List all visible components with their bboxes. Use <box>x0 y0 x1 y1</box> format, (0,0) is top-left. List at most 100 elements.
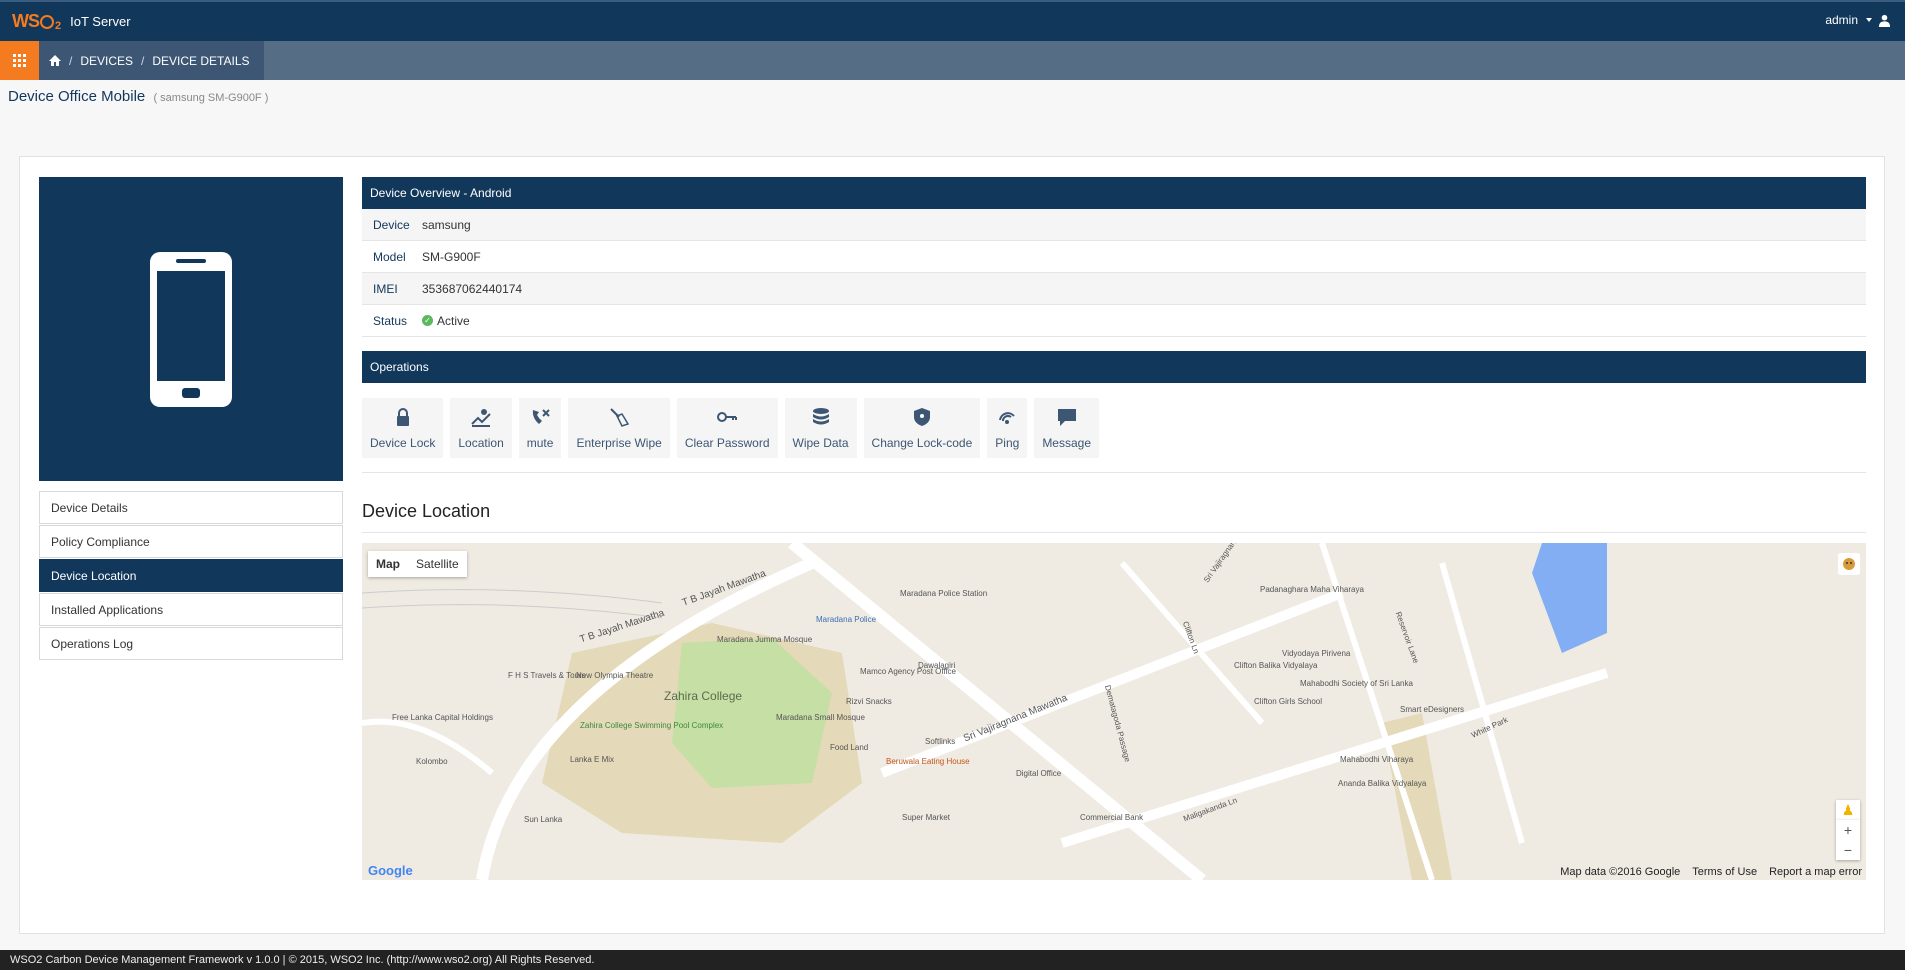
location-map[interactable]: Map Satellite Zahira College T B Jayah M… <box>362 543 1866 880</box>
ping-button[interactable]: Ping <box>987 398 1028 458</box>
map-label-mahabodhi-society: Mahabodhi Society of Sri Lanka <box>1300 679 1413 688</box>
pegman-icon: ♟ <box>1841 802 1855 818</box>
map-label-supermarket: Super Market <box>902 813 951 822</box>
map-label-beruwala: Beruwala Eating House <box>886 757 970 766</box>
page-footer: WSO2 Carbon Device Management Framework … <box>0 950 1905 970</box>
app-title: IoT Server <box>70 14 131 29</box>
op-label: Device Lock <box>370 436 436 450</box>
google-logo: Google <box>368 863 413 878</box>
wso2-logo[interactable]: WS 2 <box>12 11 61 32</box>
map-label-padanaghara: Padanaghara Maha Viharaya <box>1260 585 1364 594</box>
location-button[interactable]: Location <box>450 398 512 458</box>
map-tab-satellite[interactable]: Satellite <box>408 551 467 577</box>
shield-icon <box>913 408 930 426</box>
map-label-mahabodhi-viharaya: Mahabodhi Viharaya <box>1340 755 1414 764</box>
map-label-smart-edesigners: Smart eDesigners <box>1400 705 1465 714</box>
map-label-police-station: Maradana Police Station <box>900 589 988 598</box>
device-location-heading: Device Location <box>362 501 1866 533</box>
map-label-sun-lanka: Sun Lanka <box>524 815 563 824</box>
zoom-in-button[interactable]: + <box>1836 820 1860 840</box>
map-label-vidyodaya: Vidyodaya Pirivena <box>1282 649 1351 658</box>
sidebar-item-device-location[interactable]: Device Location <box>39 559 343 592</box>
ping-icon <box>999 412 1016 424</box>
enterprise-wipe-button[interactable]: Enterprise Wipe <box>568 398 670 458</box>
map-label-lanka-e-mix: Lanka E Mix <box>570 755 615 764</box>
zoom-control: + − <box>1836 820 1860 860</box>
map-attribution: Map data ©2016 Google Terms of Use Repor… <box>1560 866 1862 878</box>
map-label-rizvi: Rizvi Snacks <box>846 697 892 706</box>
map-label-commercial-bank: Commercial Bank <box>1080 813 1144 822</box>
op-label: Ping <box>995 436 1020 450</box>
device-main: Device Overview - Android Device samsung… <box>362 177 1866 533</box>
mobile-phone-icon <box>150 251 232 407</box>
change-lock-code-button[interactable]: Change Lock-code <box>863 398 981 458</box>
operations-heading: Operations <box>362 351 1866 383</box>
check-circle-icon: ✓ <box>422 315 433 326</box>
app-grid-button[interactable] <box>0 41 39 80</box>
chevron-down-icon <box>1866 18 1872 22</box>
map-label-olympia: New Olympia Theatre <box>576 671 654 680</box>
location-icon <box>471 409 491 427</box>
sidebar-item-installed-applications[interactable]: Installed Applications <box>39 593 343 626</box>
overview-value: SM-G900F <box>422 249 481 264</box>
overview-key: Model <box>373 249 406 264</box>
report-map-error-link[interactable]: Report a map error <box>1769 866 1862 878</box>
device-lock-button[interactable]: Device Lock <box>362 398 444 458</box>
street-view-icon[interactable] <box>1838 553 1860 575</box>
zoom-out-button[interactable]: − <box>1836 840 1860 860</box>
op-label: Clear Password <box>684 436 770 450</box>
database-icon <box>812 408 829 425</box>
grid-icon <box>12 53 26 67</box>
map-label-foodland: Food Land <box>830 743 869 752</box>
device-sidebar: Device Details Policy Compliance Device … <box>39 491 343 661</box>
device-name: Device Office Mobile <box>8 88 146 105</box>
key-icon <box>717 412 738 422</box>
user-menu[interactable]: admin <box>1825 13 1891 27</box>
terms-of-use-link[interactable]: Terms of Use <box>1692 866 1757 878</box>
sidebar-item-device-details[interactable]: Device Details <box>39 491 343 524</box>
home-icon[interactable] <box>49 55 61 66</box>
status-text: Active <box>437 313 470 328</box>
overview-row: Status ✓ Active <box>362 305 1866 337</box>
breadcrumb-bar: / DEVICES / DEVICE DETAILS <box>0 41 1905 80</box>
op-label: mute <box>526 436 554 450</box>
page-title: Device Office Mobile ( samsung SM-G900F … <box>8 88 268 105</box>
overview-value: samsung <box>422 217 471 232</box>
map-label-zahira: Zahira College <box>664 689 743 703</box>
overview-key: Device <box>373 217 410 232</box>
op-label: Enterprise Wipe <box>576 436 662 450</box>
map-label-softlinks: Softlinks <box>925 737 956 746</box>
sidebar-item-policy-compliance[interactable]: Policy Compliance <box>39 525 343 558</box>
breadcrumb: / DEVICES / DEVICE DETAILS <box>39 41 264 80</box>
device-image <box>39 177 343 481</box>
overview-table: Device samsung Model SM-G900F IMEI 35368… <box>362 209 1866 337</box>
overview-key: IMEI <box>373 281 398 296</box>
map-label-kolombo: Kolombo <box>416 757 448 766</box>
map-label-fhs: F H S Travels & Tours <box>508 671 586 680</box>
message-button[interactable]: Message <box>1034 398 1100 458</box>
wipe-data-button[interactable]: Wipe Data <box>784 398 857 458</box>
map-label-ananda: Ananda Balika Vidyalaya <box>1338 779 1427 788</box>
op-label: Message <box>1042 436 1092 450</box>
map-label-freelanka: Free Lanka Capital Holdings <box>392 713 493 722</box>
map-label-pool: Zahira College Swimming Pool Complex <box>580 721 724 730</box>
clear-password-button[interactable]: Clear Password <box>676 398 778 458</box>
sidebar-item-operations-log[interactable]: Operations Log <box>39 627 343 660</box>
op-label: Change Lock-code <box>871 436 973 450</box>
mute-button[interactable]: mute <box>518 398 562 458</box>
top-header: WS 2 IoT Server admin <box>0 0 1905 41</box>
mute-icon <box>532 409 550 424</box>
user-icon <box>1878 14 1891 27</box>
map-tab-map[interactable]: Map <box>368 551 408 577</box>
lock-icon <box>396 408 409 426</box>
breadcrumb-device-details[interactable]: DEVICE DETAILS <box>152 54 249 68</box>
map-label-police: Maradana Police <box>816 615 877 624</box>
breadcrumb-devices[interactable]: DEVICES <box>80 54 133 68</box>
map-label-small-mosque: Maradana Small Mosque <box>776 713 865 722</box>
op-label: Location <box>458 436 504 450</box>
pegman-control[interactable]: ♟ <box>1836 800 1860 820</box>
overview-row: Model SM-G900F <box>362 241 1866 273</box>
overview-key: Status <box>373 313 408 328</box>
op-label: Wipe Data <box>792 436 849 450</box>
map-label-mosque: Maradana Jumma Mosque <box>717 635 813 644</box>
